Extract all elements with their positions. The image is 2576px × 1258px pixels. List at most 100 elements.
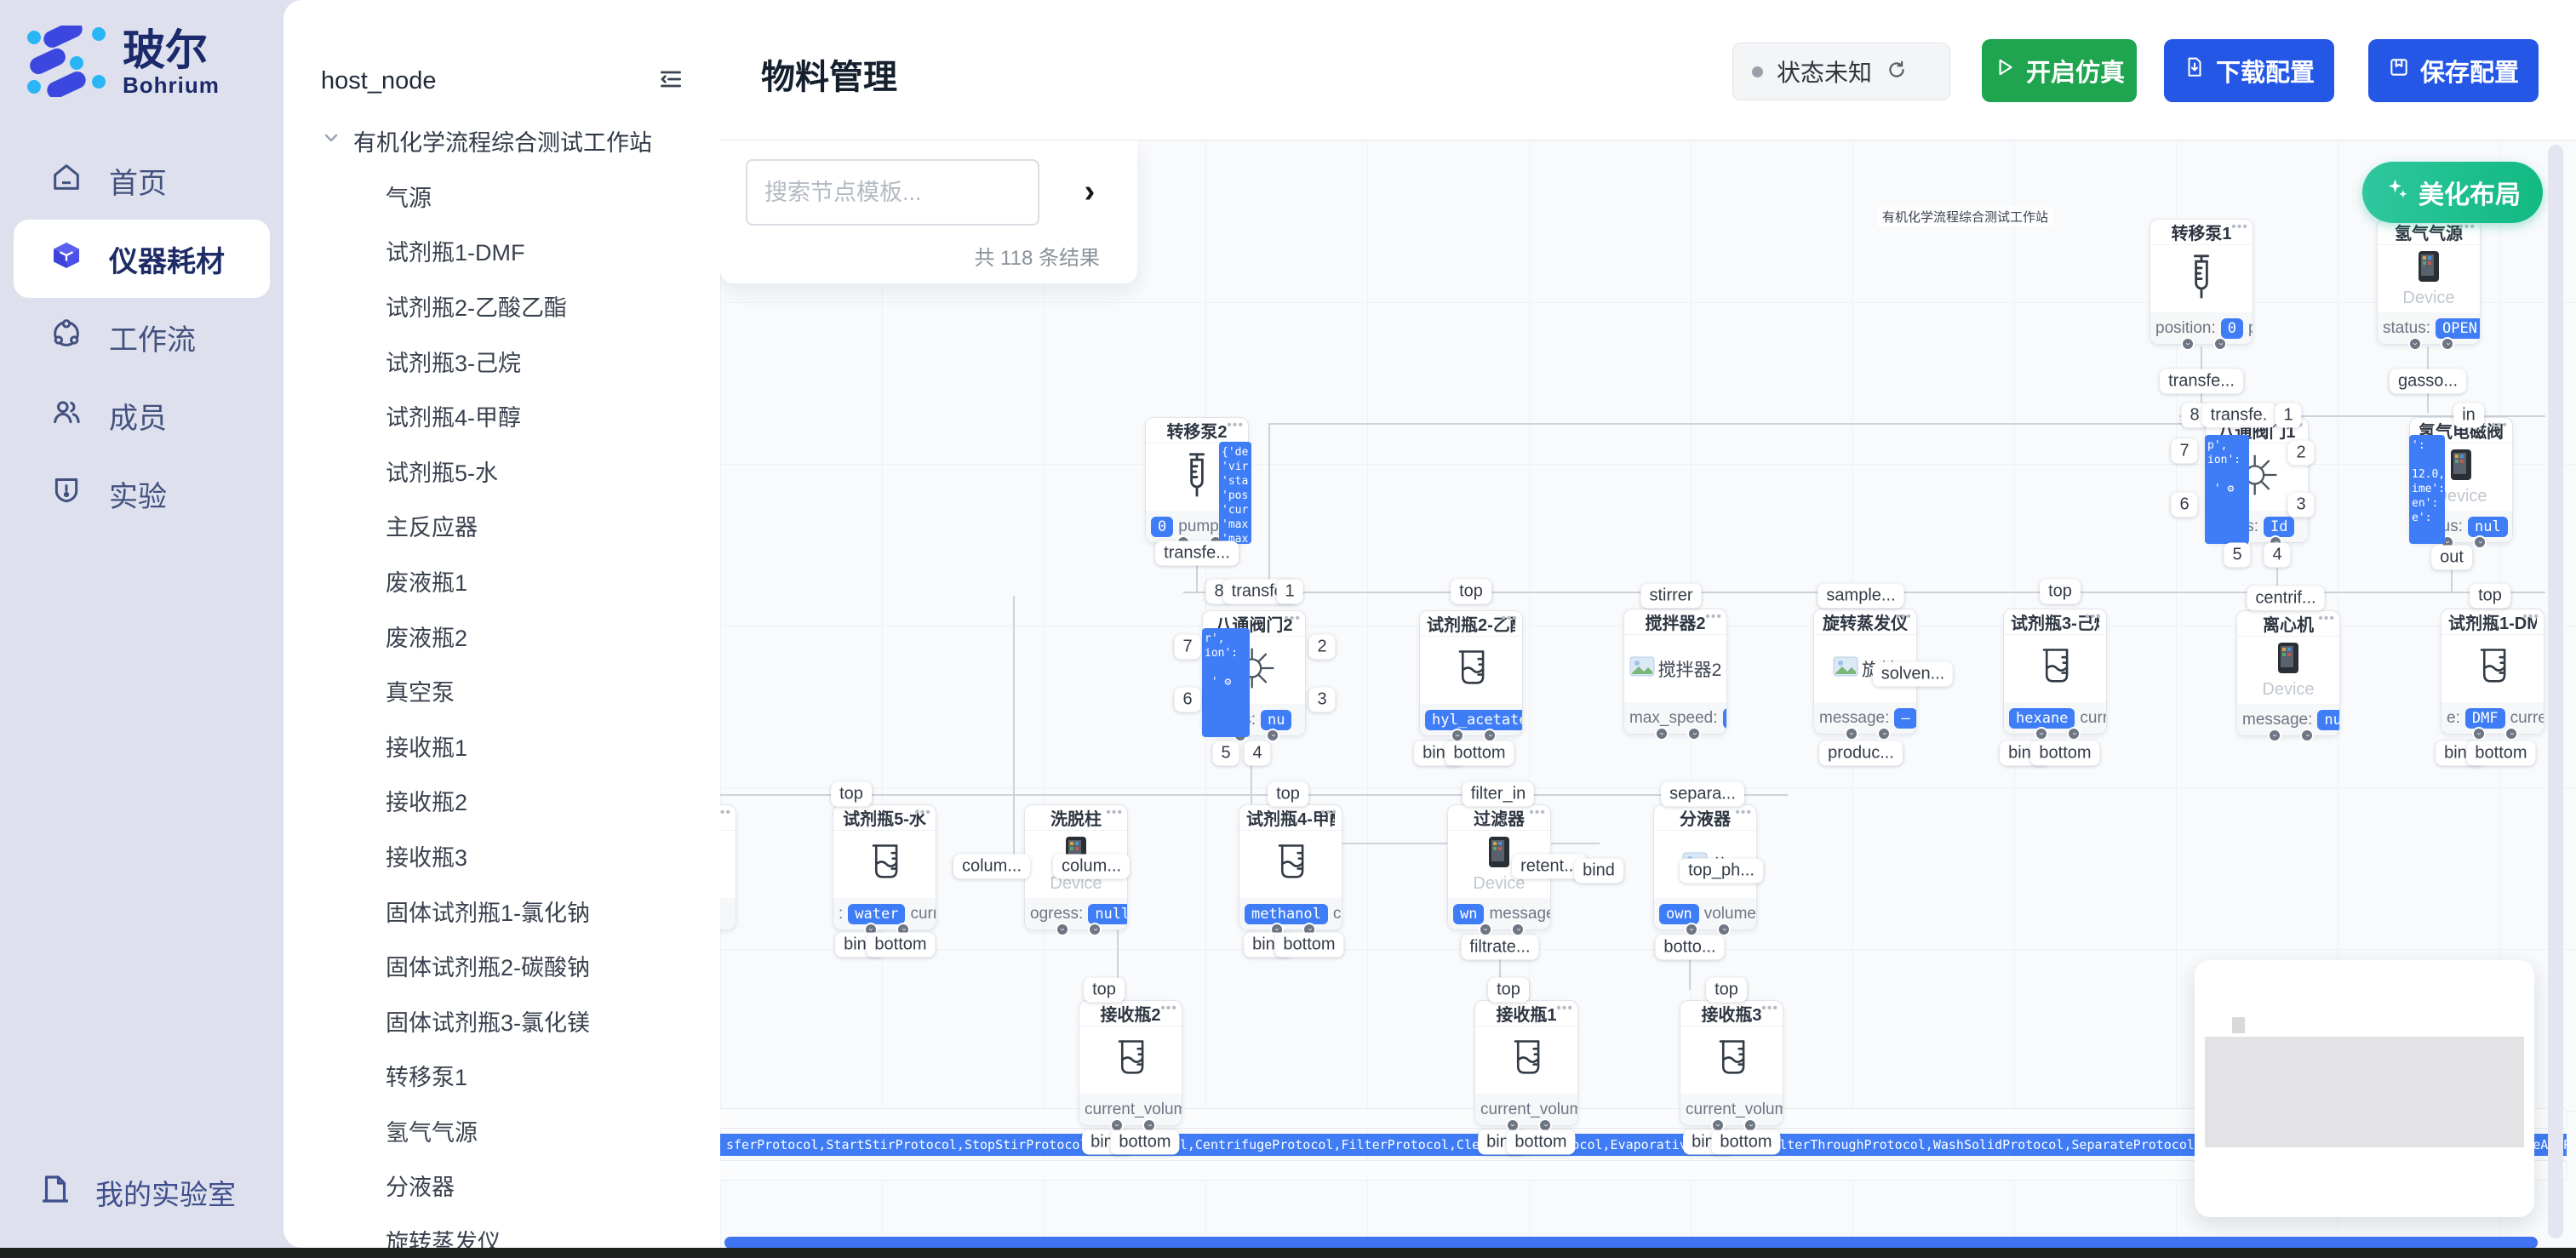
vertical-scrollbar[interactable]	[2548, 145, 2563, 1238]
port-label[interactable]: 5	[2224, 543, 2250, 568]
brand-logo[interactable]: 玻尔 Bohrium	[26, 26, 220, 101]
port-label[interactable]: colum...	[1053, 855, 1130, 879]
tree-item[interactable]: 固体试剂瓶2-碳酸钠	[386, 938, 712, 993]
port-label[interactable]: bottom	[1711, 1130, 1780, 1155]
port-label[interactable]: gasso...	[2390, 369, 2466, 394]
node-menu-icon[interactable]: •••	[2522, 609, 2539, 625]
tree-item[interactable]: 试剂瓶4-甲醇	[386, 388, 712, 443]
port-dot[interactable]: ›	[2067, 727, 2081, 741]
port-label[interactable]: top	[1488, 978, 1529, 1003]
flow-node-centrifuge[interactable]: 离心机•••Devicemessage:nullma››	[2236, 610, 2340, 736]
minimap[interactable]	[2195, 960, 2534, 1217]
search-input[interactable]	[746, 159, 1039, 226]
node-menu-icon[interactable]: •••	[1761, 1001, 1778, 1016]
status-badge[interactable]: 状态未知	[1732, 43, 1950, 100]
tree-item[interactable]: 试剂瓶3-己烷	[386, 334, 712, 389]
port-label[interactable]: top	[2470, 584, 2510, 609]
port-label[interactable]: transfe...	[2160, 369, 2243, 394]
tree-item[interactable]: 旋转蒸发仪	[386, 1213, 712, 1248]
param-value-badge[interactable]: water	[848, 904, 905, 924]
port-dot[interactable]: ›	[2035, 727, 2048, 741]
port-dot[interactable]: ›	[1088, 923, 1102, 936]
port-label[interactable]: bottom	[2466, 741, 2535, 766]
node-menu-icon[interactable]: •••	[1284, 611, 1301, 626]
tree-item[interactable]: 主反应器	[386, 499, 712, 554]
param-value-badge[interactable]: nul	[2468, 517, 2508, 537]
param-value-badge[interactable]: own	[1659, 904, 1699, 924]
port-label[interactable]: 7	[1174, 635, 1200, 660]
tree-item[interactable]: 废液瓶2	[386, 609, 712, 664]
port-label[interactable]: colum...	[953, 855, 1030, 879]
node-menu-icon[interactable]: •••	[914, 805, 931, 821]
param-value-badge[interactable]: wn	[1453, 904, 1484, 924]
port-label[interactable]: 7	[2171, 439, 2197, 464]
node-menu-icon[interactable]: •••	[1895, 609, 1912, 625]
flow-canvas[interactable]: sferProtocol,StartStirProtocol,StopStirP…	[720, 140, 2576, 1248]
flow-node-clipped-node[interactable]: •••d››	[720, 804, 736, 930]
flow-node-reagent-bottle-2[interactable]: 试剂瓶2-乙酸乙酯•••hyl_acetatecurre››	[1419, 610, 1523, 736]
node-menu-icon[interactable]: •••	[1106, 805, 1123, 821]
port-label[interactable]: 4	[1244, 741, 1270, 766]
port-label[interactable]: in	[2453, 403, 2484, 428]
port-dot[interactable]: ›	[2441, 337, 2454, 351]
param-value-badge[interactable]: –	[1894, 708, 1916, 729]
node-menu-icon[interactable]: •••	[1320, 805, 1337, 821]
port-dot[interactable]: ›	[2408, 337, 2422, 351]
tree-item[interactable]: 分液器	[386, 1158, 712, 1214]
port-dot[interactable]: ›	[2473, 535, 2487, 549]
minimap-viewport[interactable]	[2205, 1037, 2524, 1147]
param-value-badge[interactable]: hexane	[2009, 708, 2075, 729]
param-value-badge[interactable]: hyl_acetate	[1425, 710, 1522, 730]
node-menu-icon[interactable]: •••	[2491, 418, 2508, 433]
port-label[interactable]: transfe.	[2202, 403, 2276, 428]
param-value-badge[interactable]: DMF	[2465, 708, 2505, 729]
port-dot[interactable]: ›	[2268, 729, 2281, 742]
node-menu-icon[interactable]: •••	[2231, 220, 2248, 235]
tree-item[interactable]: 废液瓶1	[386, 553, 712, 609]
param-value-badge[interactable]: Id	[2264, 517, 2294, 537]
node-menu-icon[interactable]: •••	[1556, 1001, 1573, 1016]
sidebar-item-instruments[interactable]: 仪器耗材	[14, 220, 270, 298]
port-label[interactable]: top	[2040, 580, 2081, 604]
search-submit-button[interactable]: ›	[1068, 169, 1112, 214]
param-value-badge[interactable]: null	[2317, 710, 2339, 730]
port-label[interactable]: bottom	[1110, 1130, 1179, 1155]
tree-item[interactable]: 转移泵1	[386, 1049, 712, 1104]
download-config-button[interactable]: 下载配置	[2164, 39, 2334, 102]
port-label[interactable]: filtrate...	[1461, 935, 1538, 960]
port-dot[interactable]: ›	[1717, 923, 1731, 936]
flow-node-hydrogen-gas-source[interactable]: 氢气气源•••Devicestatus:OPEN››	[2377, 219, 2481, 345]
sidebar-item-experiments[interactable]: 实验	[0, 455, 283, 533]
flow-node-reagent-bottle-3[interactable]: 试剂瓶3-己烷•••hexanecurrent_v››	[2003, 609, 2107, 735]
port-label[interactable]: top	[1451, 580, 1491, 604]
port-label[interactable]: sample...	[1818, 584, 1903, 609]
sidebar-item-my-lab[interactable]: 我的实验室	[37, 1171, 236, 1214]
port-label[interactable]: 6	[2171, 493, 2197, 517]
flow-node-reagent-bottle-1[interactable]: 试剂瓶1-DMF•••e:DMFcurrent_vol››	[2441, 609, 2545, 735]
port-dot[interactable]: ›	[2181, 337, 2195, 351]
node-menu-icon[interactable]: •••	[1705, 609, 1722, 625]
param-value-badge[interactable]: 0	[2221, 318, 2243, 339]
port-dot[interactable]: ›	[1687, 727, 1701, 741]
tree-item[interactable]: 气源	[386, 169, 712, 224]
chevron-down-icon[interactable]	[321, 128, 341, 154]
save-config-button[interactable]: 保存配置	[2368, 39, 2539, 102]
collapse-panel-icon[interactable]	[657, 66, 684, 97]
tree-item[interactable]: 试剂瓶5-水	[386, 443, 712, 499]
node-menu-icon[interactable]: •••	[2318, 611, 2335, 626]
port-dot[interactable]: ›	[1845, 727, 1858, 741]
start-simulation-button[interactable]: 开启仿真	[1982, 39, 2137, 102]
port-label[interactable]: 3	[2287, 493, 2314, 517]
port-dot[interactable]: ›	[2504, 727, 2518, 741]
flow-node-receiver-bottle-3[interactable]: 接收瓶3•••current_volume:0››	[1680, 1000, 1783, 1126]
flow-node-transfer-pump-1[interactable]: 转移泵1•••position:0pump››	[2150, 219, 2253, 345]
tree-item[interactable]: 试剂瓶2-乙酸乙酯	[386, 278, 712, 334]
port-dot[interactable]: ›	[1655, 727, 1669, 741]
flow-node-receiver-bottle-2[interactable]: 接收瓶2•••current_volume:0››	[1079, 1000, 1182, 1126]
tree-item[interactable]: 真空泵	[386, 663, 712, 718]
sidebar-item-home[interactable]: 首页	[0, 141, 283, 220]
flow-node-transfer-pump-2[interactable]: 转移泵2•••0pump_info:{'de 'vir 'sta 'pos 'c…	[1145, 417, 1249, 543]
port-dot[interactable]: ›	[2472, 727, 2486, 741]
port-label[interactable]: bottom	[1445, 741, 1514, 766]
flow-node-eight-way-valve-1[interactable]: 八通阀门1•••status:Idp', ion': ' ⚙››	[2205, 417, 2309, 543]
